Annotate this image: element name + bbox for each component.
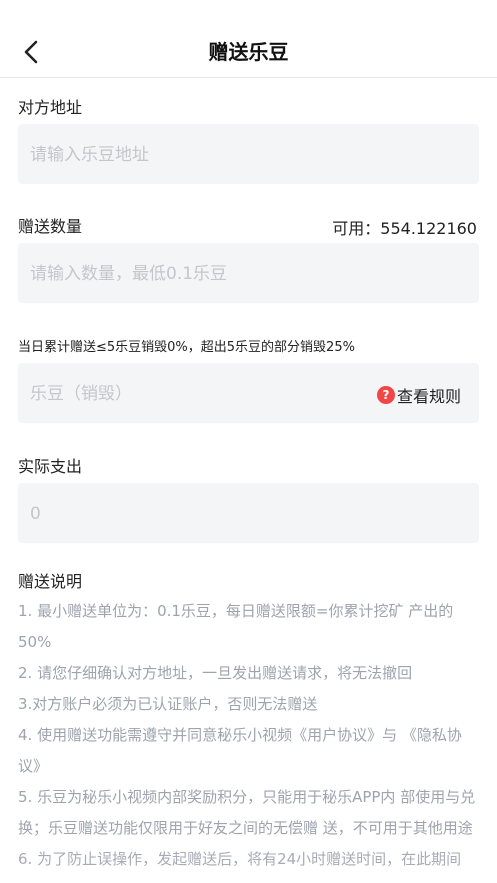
nav-bar: 赠送乐豆 (0, 0, 497, 78)
instruction-item: 5. 乐豆为秘乐小视频内部奖励积分，只能用于秘乐APP内 部使用与兑换；乐豆赠送… (18, 788, 476, 837)
burn-rule-text: 当日累计赠送≤5乐豆销毁0%，超出5乐豆的部分销毁25% (18, 340, 355, 355)
page-title: 赠送乐豆 (208, 40, 289, 64)
view-rules-label: 查看规则 (396, 387, 461, 406)
available-balance: 可用：554.122160 (332, 219, 477, 238)
address-input[interactable] (28, 124, 473, 186)
instructions-list: 1. 最小赠送单位为：0.1乐豆，每日赠送限额=你累计挖矿 产出的50% 2. … (18, 596, 476, 875)
quantity-input[interactable] (28, 243, 473, 305)
quantity-field[interactable] (18, 243, 479, 305)
instruction-item: 6. 为了防止误操作，发起赠送后，将有24小时赠送时间，在此期间 (18, 850, 462, 868)
instruction-item: 3.对方账户必须为已认证账户，否则无法赠送 (18, 695, 318, 713)
actual-input (28, 483, 473, 545)
question-icon: ? (376, 386, 395, 404)
address-field[interactable] (18, 124, 479, 186)
actual-label: 实际支出 (18, 457, 83, 476)
actual-field (18, 483, 479, 545)
instruction-item: 2. 请您仔细确认对方地址，一旦发出赠送请求，将无法撤回 (18, 664, 413, 682)
instruction-item: 1. 最小赠送单位为：0.1乐豆，每日赠送限额=你累计挖矿 产出的50% (18, 602, 454, 651)
quantity-label: 赠送数量 (18, 217, 83, 236)
address-label: 对方地址 (18, 98, 83, 117)
view-rules-link[interactable]: ? 查看规则 (376, 383, 461, 407)
instructions-title: 赠送说明 (18, 572, 83, 591)
burn-field: ? 查看规则 (18, 363, 479, 425)
instruction-item: 4. 使用赠送功能需遵守并同意秘乐小视频《用户协议》与 《隐私协议》 (18, 726, 462, 775)
